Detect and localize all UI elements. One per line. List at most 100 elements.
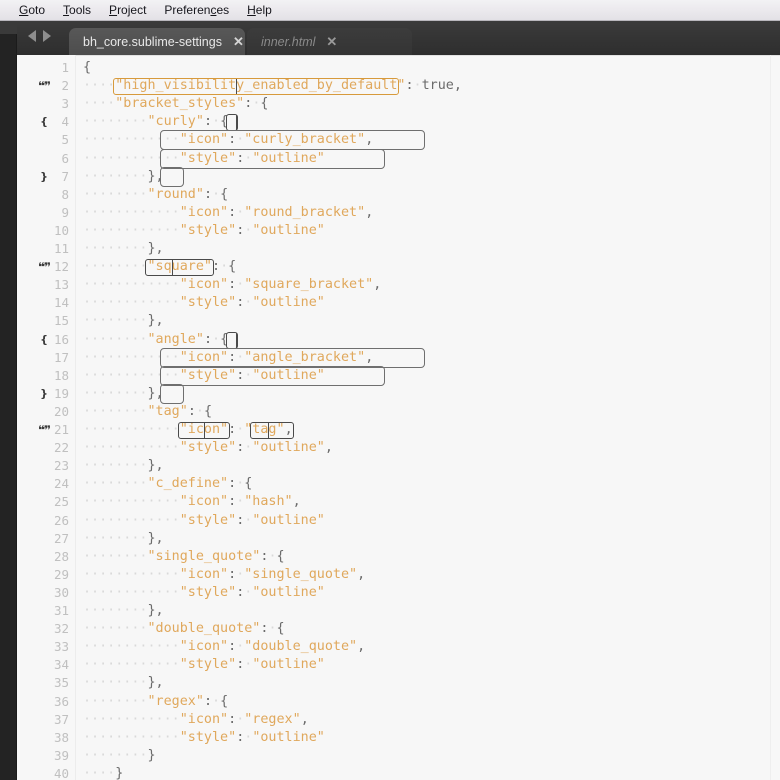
line-content[interactable]: ····"bracket_styles":·{ [83, 95, 268, 113]
line-content[interactable]: ············"style":·"outline", [83, 439, 333, 457]
code-line[interactable]: 38 ············"style":·"outline" [17, 729, 780, 747]
line-content[interactable]: ············"style":·"outline" [83, 367, 325, 385]
menu-item-preferences[interactable]: Preferences [155, 1, 238, 19]
line-content[interactable]: ········}, [83, 168, 164, 186]
code-line[interactable]: 5 ············"icon":·"curly_bracket", [17, 131, 780, 149]
code-line[interactable]: 32 ········"double_quote":·{ [17, 620, 780, 638]
code-line[interactable]: 17 ············"icon":·"angle_bracket", [17, 349, 780, 367]
code-line[interactable]: 6 ············"style":·"outline" [17, 150, 780, 168]
line-content[interactable]: ············"icon":·"round_bracket", [83, 204, 373, 222]
line-number: 20 [53, 403, 69, 419]
code-line[interactable]: } 7 ········}, [17, 168, 780, 186]
code-line[interactable]: 23 ········}, [17, 457, 780, 475]
line-number: 9 [61, 204, 69, 220]
line-number: 21 [53, 422, 69, 437]
line-content[interactable]: ········}, [83, 530, 164, 548]
line-content[interactable]: ············"icon":·"double_quote", [83, 638, 365, 656]
line-content[interactable]: ············"icon":·"angle_bracket", [83, 349, 373, 367]
line-content[interactable]: ········"c_define":·{ [83, 475, 252, 493]
line-content[interactable]: ········"angle":·{ [83, 331, 228, 349]
line-content[interactable]: ········"single_quote":·{ [83, 548, 285, 566]
menu-item-help[interactable]: Help [238, 1, 281, 19]
line-content[interactable]: ········"double_quote":·{ [83, 620, 285, 638]
line-content[interactable]: ········}, [83, 602, 164, 620]
code-line[interactable]: 9 ············"icon":·"round_bracket", [17, 204, 780, 222]
code-line[interactable]: 26 ············"style":·"outline" [17, 512, 780, 530]
code-line[interactable]: 22 ············"style":·"outline", [17, 439, 780, 457]
code-line[interactable]: 31 ········}, [17, 602, 780, 620]
close-icon[interactable]: ✕ [233, 35, 244, 48]
code-line[interactable]: 10 ············"style":·"outline" [17, 222, 780, 240]
code-line[interactable]: 24 ········"c_define":·{ [17, 475, 780, 493]
line-content[interactable]: ····} [83, 765, 123, 780]
code-line[interactable]: {16 ········"angle":·{ [17, 331, 780, 349]
code-line[interactable]: 33 ············"icon":·"double_quote", [17, 638, 780, 656]
code-line[interactable]: 37 ············"icon":·"regex", [17, 711, 780, 729]
close-icon[interactable]: ✕ [326, 35, 337, 48]
line-content[interactable]: ············"icon":·"single_quote", [83, 566, 365, 584]
code-line[interactable]: } 19 ········}, [17, 385, 780, 403]
line-content[interactable]: ············"icon":·"square_bracket", [83, 276, 381, 294]
left-rail [0, 21, 17, 780]
line-content[interactable]: ············"icon":·"curly_bracket", [83, 131, 373, 149]
code-line[interactable]: 8 ········"round":·{ [17, 186, 780, 204]
line-content[interactable]: ············"icon":·"regex", [83, 711, 309, 729]
line-content[interactable]: ········"regex":·{ [83, 693, 228, 711]
menu-item-goto[interactable]: Goto [10, 1, 54, 19]
code-line[interactable]: {4 ········"curly":·{ [17, 113, 780, 131]
code-line[interactable]: 20 ········"tag":·{ [17, 403, 780, 421]
line-content[interactable]: ········}, [83, 240, 164, 258]
code-line[interactable]: 18 ············"style":·"outline" [17, 367, 780, 385]
editor-top-edge [17, 55, 780, 56]
menu-item-project[interactable]: Project [100, 1, 155, 19]
tab-bh-core-sublime-settings[interactable]: bh_core.sublime-settings ✕ [69, 28, 245, 55]
line-content[interactable]: ········}, [83, 312, 164, 330]
code-line[interactable]: 25 ············"icon":·"hash", [17, 493, 780, 511]
line-content[interactable]: ············"icon":·"tag", [83, 421, 293, 439]
code-line[interactable]: 14 ············"style":·"outline" [17, 294, 780, 312]
code-line[interactable]: 15 ········}, [17, 312, 780, 330]
code-line[interactable]: 28 ········"single_quote":·{ [17, 548, 780, 566]
line-content[interactable]: { [83, 59, 91, 77]
line-content[interactable]: ············"style":·"outline" [83, 729, 325, 747]
line-content[interactable]: ········} [83, 747, 156, 765]
arrow-left-icon[interactable] [28, 30, 36, 42]
code-line[interactable]: 3 ····"bracket_styles":·{ [17, 95, 780, 113]
line-content[interactable]: ········}, [83, 674, 164, 692]
line-content[interactable]: ········"round":·{ [83, 186, 228, 204]
line-content[interactable]: ············"style":·"outline" [83, 656, 325, 674]
menu-item-tools[interactable]: Tools [54, 1, 100, 19]
line-number: 2 [61, 78, 69, 94]
code-line[interactable]: 35 ········}, [17, 674, 780, 692]
code-line[interactable]: 13 ············"icon":·"square_bracket", [17, 276, 780, 294]
line-content[interactable]: ····"high_visibility_enabled_by_default"… [83, 77, 462, 95]
line-content[interactable]: ············"style":·"outline" [83, 512, 325, 530]
code-line[interactable]: ❝❞ 12 ········"square":·{ [17, 258, 780, 276]
line-content[interactable]: ········"square":·{ [83, 258, 236, 276]
code-line[interactable]: 30 ············"style":·"outline" [17, 584, 780, 602]
arrow-right-icon[interactable] [43, 30, 51, 42]
line-content[interactable]: ············"style":·"outline" [83, 150, 325, 168]
code-line[interactable]: ❝❞ 2 ····"high_visibility_enabled_by_defau… [17, 77, 780, 95]
line-content[interactable]: ············"style":·"outline" [83, 294, 325, 312]
code-line[interactable]: 27 ········}, [17, 530, 780, 548]
line-content[interactable]: ············"icon":·"hash", [83, 493, 301, 511]
code-line[interactable]: 1{ [17, 59, 780, 77]
code-line[interactable]: 11 ········}, [17, 240, 780, 258]
code-line[interactable]: 40 ····} [17, 765, 780, 780]
code-editor[interactable]: 1{❝❞ 2 ····"high_visibility_enabled_by_def… [17, 55, 780, 780]
line-content[interactable]: ············"style":·"outline" [83, 584, 325, 602]
line-content[interactable]: ············"style":·"outline" [83, 222, 325, 240]
line-number: 28 [53, 548, 69, 564]
code-line[interactable]: ❝❞ 21 ············"icon":·"tag", [17, 421, 780, 439]
code-line[interactable]: 36 ········"regex":·{ [17, 693, 780, 711]
line-number: 29 [53, 566, 69, 582]
tab-inner-html[interactable]: inner.html ✕ [247, 28, 412, 55]
code-line[interactable]: 29 ············"icon":·"single_quote", [17, 566, 780, 584]
line-content[interactable]: ········}, [83, 385, 164, 403]
code-line[interactable]: 39 ········} [17, 747, 780, 765]
line-content[interactable]: ········"tag":·{ [83, 403, 212, 421]
line-content[interactable]: ········"curly":·{ [83, 113, 228, 131]
line-content[interactable]: ········}, [83, 457, 164, 475]
code-line[interactable]: 34 ············"style":·"outline" [17, 656, 780, 674]
